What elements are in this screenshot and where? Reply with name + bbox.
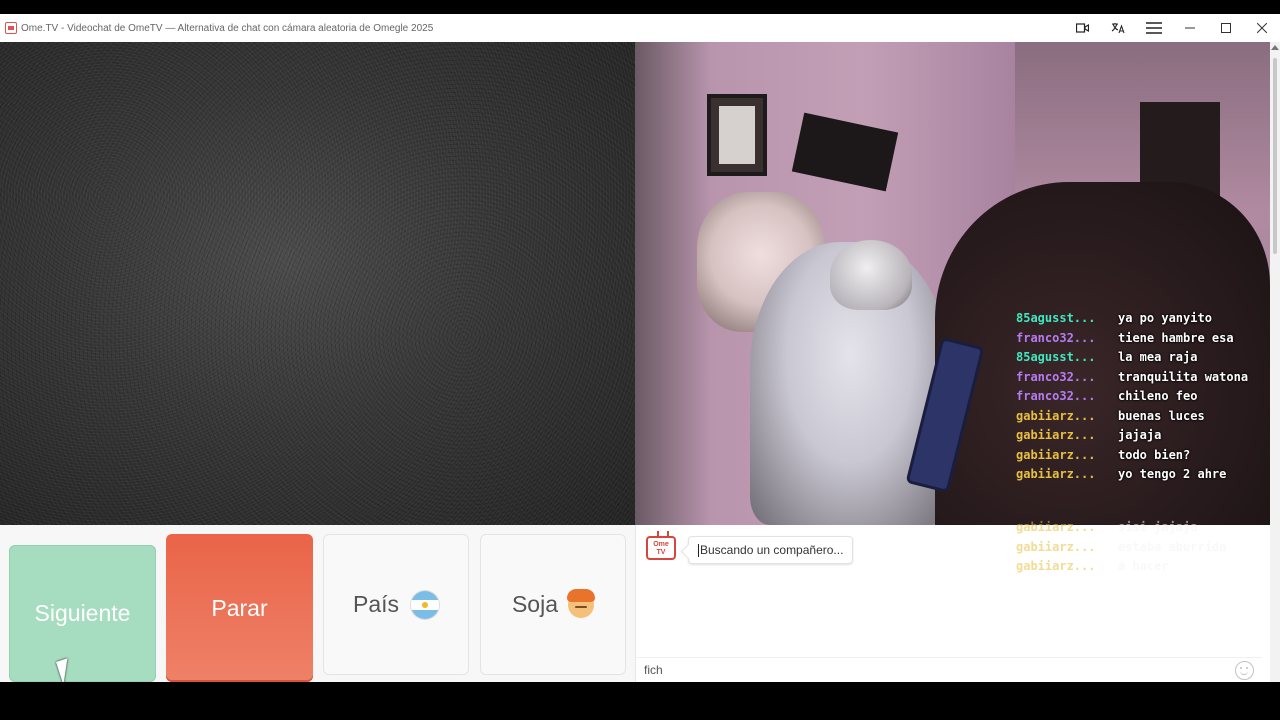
chat-username: gabiiarz... — [1016, 520, 1096, 534]
chat-line: gabiiarz... yo tengo 2 ahre — [1016, 467, 1270, 482]
chat-message: chileno feo — [1118, 389, 1198, 403]
logo-text: Ome TV — [653, 541, 669, 556]
chat-line: franco32... tranquilita watona — [1016, 370, 1270, 385]
chat-username: gabiiarz... — [1016, 408, 1096, 423]
video-static-noise — [0, 42, 635, 525]
chat-message: buenas luces — [1118, 408, 1205, 423]
minimize-icon[interactable] — [1172, 14, 1208, 42]
scroll-up-arrow-icon[interactable] — [1271, 45, 1279, 50]
close-icon[interactable] — [1244, 14, 1280, 42]
country-button-label: País — [352, 591, 400, 617]
status-bubble: Buscando un compañero... — [688, 536, 854, 564]
gender-button-label: Soja — [511, 591, 559, 617]
chat-line: gabiiarz... jajaja — [1016, 428, 1270, 443]
chat-username: gabiiarz... — [1016, 428, 1096, 442]
chat-username: 85agusst... — [1016, 350, 1096, 364]
screen-top-border — [0, 0, 1280, 14]
emoji-picker-icon[interactable] — [1235, 661, 1254, 680]
chat-message: a hacer — [1118, 559, 1169, 573]
chat-message: todo bien? — [1118, 447, 1191, 462]
screen-bottom-border — [0, 682, 1280, 720]
chat-line: gabiiarz... sisi jajaja — [1016, 520, 1270, 535]
video-picture-frame — [707, 94, 767, 176]
chat-username: franco32... — [1016, 330, 1096, 345]
chat-message: la mea raja — [1118, 350, 1198, 364]
boy-emoji-icon — [567, 588, 596, 618]
chat-line: 85agusst... ya po yanyito — [1016, 311, 1270, 326]
chat-line: gabiiarz... a hacer — [1016, 559, 1270, 574]
status-text: Buscando un compañero... — [700, 543, 844, 557]
scrollbar-thumb[interactable] — [1273, 58, 1277, 254]
argentina-flag-icon — [411, 590, 440, 619]
chat-username: gabiiarz... — [1016, 467, 1096, 481]
chat-username: 85agusst... — [1016, 311, 1096, 325]
own-camera-video — [0, 42, 635, 525]
next-button[interactable]: Siguiente — [9, 545, 156, 682]
translate-icon[interactable] — [1100, 14, 1136, 42]
chat-line: gabiiarz... estaba aburrida — [1016, 540, 1270, 555]
chat-line: gabiiarz... buenas luces — [1016, 409, 1270, 424]
window-titlebar: Ome.TV - Videochat de OmeTV — Alternativ… — [0, 14, 1280, 42]
chat-message: estaba aburrida — [1118, 539, 1227, 554]
chat-overlay: 85agusst... ya po yanyito franco32... tiene… — [1016, 311, 1270, 487]
chat-message: sisi jajaja — [1118, 520, 1198, 534]
maximize-icon[interactable] — [1208, 14, 1244, 42]
ometv-logo-icon: Ome TV — [646, 536, 676, 560]
chat-username: gabiiarz... — [1016, 559, 1096, 573]
stop-button[interactable]: Parar — [166, 534, 313, 682]
app-favicon-icon — [5, 22, 17, 34]
chat-username: franco32... — [1016, 369, 1096, 384]
video-helmet — [830, 240, 912, 310]
chat-message: tranquilita watona — [1118, 369, 1249, 384]
chat-username: gabiiarz... — [1016, 447, 1096, 462]
chat-line: gabiiarz... todo bien? — [1016, 448, 1270, 463]
chat-line: 85agusst... la mea raja — [1016, 350, 1270, 365]
next-button-label: Siguiente — [34, 600, 131, 626]
country-button[interactable]: País — [323, 534, 469, 675]
chat-input-row — [636, 657, 1262, 682]
chat-username: franco32... — [1016, 389, 1096, 403]
stop-button-label: Parar — [211, 594, 268, 621]
chat-line: franco32... tiene hambre esa — [1016, 331, 1270, 346]
text-caret — [698, 543, 699, 557]
page-scrollbar[interactable] — [1270, 42, 1280, 682]
window-title: Ome.TV - Videochat de OmeTV — Alternativ… — [21, 22, 434, 34]
control-panel: Siguiente Parar País Soja — [0, 525, 635, 685]
chat-message: yo tengo 2 ahre — [1118, 467, 1227, 481]
menu-icon[interactable] — [1136, 14, 1172, 42]
chat-message-input[interactable] — [644, 660, 1214, 680]
gender-button[interactable]: Soja — [480, 534, 626, 675]
window-controls — [1064, 14, 1280, 42]
chat-line: franco32... chileno feo — [1016, 389, 1270, 404]
chat-message: ya po yanyito — [1118, 311, 1212, 325]
camera-icon[interactable] — [1064, 14, 1100, 42]
chat-username: gabiiarz... — [1016, 539, 1096, 554]
chat-overlay-faded: gabiiarz... sisi jajaja gabiiarz... estaba … — [1016, 520, 1270, 579]
chat-message: tiene hambre esa — [1118, 330, 1234, 345]
chat-message: jajaja — [1118, 428, 1162, 442]
